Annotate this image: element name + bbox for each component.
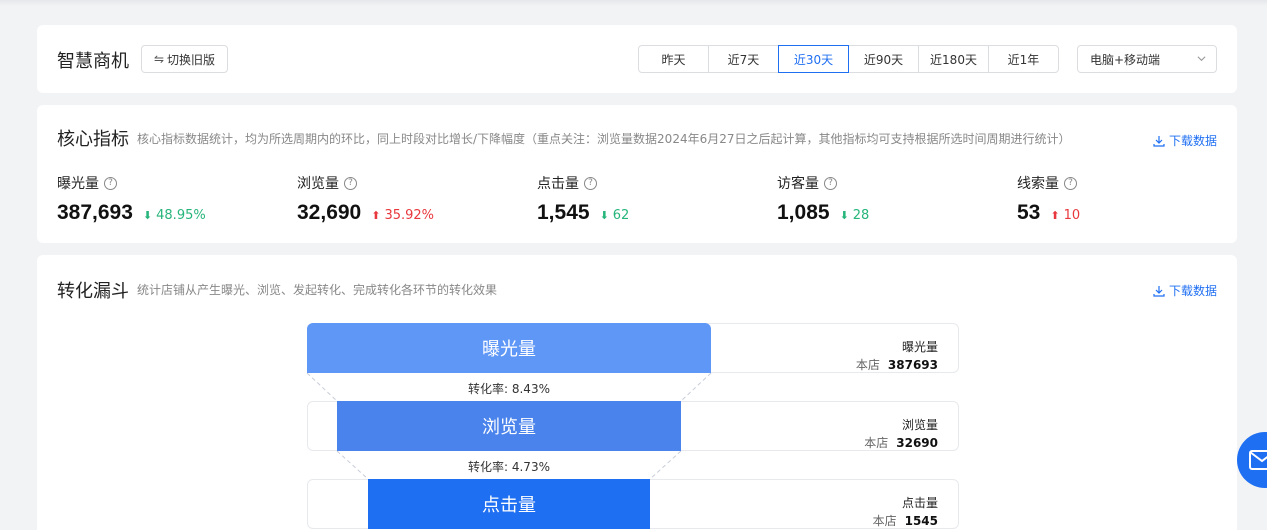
arrow-up-icon: ⬆ xyxy=(371,209,381,222)
device-select[interactable]: 电脑+移动端 xyxy=(1077,45,1217,73)
metric-label: 曝光量 xyxy=(57,176,99,192)
funnel-info-label: 点击量 xyxy=(901,496,938,510)
metric-value: 387,693 xyxy=(57,201,133,224)
funnel-info-value: 1545 xyxy=(904,514,938,528)
metric-change: ⬇ 28 xyxy=(840,208,870,223)
tab-90-days[interactable]: 近90天 xyxy=(848,45,919,73)
store-label: 本店 xyxy=(872,514,897,528)
metric-change: ⬇ 62 xyxy=(600,208,630,223)
store-label: 本店 xyxy=(855,358,880,372)
metric-label: 点击量 xyxy=(537,176,579,192)
funnel-info-sub: 本店 1545 xyxy=(873,512,938,529)
metric-leads: 线索量? 53 ⬆ 10 xyxy=(1017,173,1237,225)
metric-views: 浏览量? 32,690 ⬆ 35.92% xyxy=(297,173,517,225)
switch-old-version-label: 切换旧版 xyxy=(167,52,216,67)
core-metrics-desc: 核心指标数据统计，均为所选周期内的环比，同上时段对比增长/下降幅度（重点关注：浏… xyxy=(137,132,1071,146)
download-icon xyxy=(1153,135,1165,147)
tab-1-year[interactable]: 近1年 xyxy=(988,45,1059,73)
funnel-info-value: 32690 xyxy=(896,436,938,450)
core-metrics-title: 核心指标 xyxy=(57,129,129,150)
swap-icon: ⇋ xyxy=(153,52,165,66)
metric-change-value: 62 xyxy=(612,208,630,223)
metric-label: 访客量 xyxy=(777,176,819,192)
funnel-bar-exposure[interactable]: 曝光量 xyxy=(307,323,711,373)
header-card: 智慧商机 ⇋ 切换旧版 昨天 近7天 近30天 近90天 近180天 近1年 电… xyxy=(37,25,1237,93)
arrow-down-icon: ⬇ xyxy=(839,209,849,222)
arrow-down-icon: ⬇ xyxy=(599,209,609,222)
metric-change: ⬆ 10 xyxy=(1050,208,1080,223)
arrow-down-icon: ⬇ xyxy=(142,209,153,222)
arrow-up-icon: ⬆ xyxy=(1050,209,1060,222)
chevron-down-icon xyxy=(1197,56,1206,62)
top-shadow xyxy=(0,0,1267,6)
funnel-rate-2: 转化率: 4.73% xyxy=(468,460,550,474)
funnel-card: 转化漏斗 统计店铺从产生曝光、浏览、发起转化、完成转化各环节的转化效果 下载数据… xyxy=(37,255,1237,530)
store-label: 本店 xyxy=(864,436,889,450)
download-metrics-button[interactable]: 下载数据 xyxy=(1153,132,1217,149)
help-icon[interactable]: ? xyxy=(824,176,837,190)
metric-change-value: 35.92% xyxy=(384,208,435,223)
metric-value: 53 xyxy=(1017,201,1041,224)
switch-old-version-button[interactable]: ⇋ 切换旧版 xyxy=(141,45,228,73)
funnel-info-value: 387693 xyxy=(887,358,938,372)
help-icon[interactable]: ? xyxy=(344,176,357,190)
help-icon[interactable]: ? xyxy=(584,176,597,190)
metric-change-value: 10 xyxy=(1063,208,1081,223)
page-title: 智慧商机 xyxy=(57,51,129,72)
metric-value: 1,085 xyxy=(777,201,830,224)
funnel-info-sub: 本店 387693 xyxy=(856,356,938,373)
metric-value: 32,690 xyxy=(297,201,362,224)
help-icon[interactable]: ? xyxy=(1064,176,1077,190)
funnel-info-sub: 本店 32690 xyxy=(864,434,938,451)
funnel-info-label: 浏览量 xyxy=(901,418,938,432)
core-metrics-card: 核心指标 核心指标数据统计，均为所选周期内的环比，同上时段对比增长/下降幅度（重… xyxy=(37,105,1237,243)
metric-label: 线索量 xyxy=(1017,176,1059,192)
metric-value: 1,545 xyxy=(537,201,590,224)
tab-yesterday[interactable]: 昨天 xyxy=(638,45,709,73)
funnel-info-label: 曝光量 xyxy=(901,340,938,354)
mail-icon xyxy=(1249,450,1267,470)
metric-change-value: 28 xyxy=(852,208,870,223)
metric-visitors: 访客量? 1,085 ⬇ 28 xyxy=(777,173,997,225)
help-icon[interactable]: ? xyxy=(104,176,117,190)
tab-30-days[interactable]: 近30天 xyxy=(778,45,849,73)
metric-change: ⬆ 35.92% xyxy=(371,208,434,223)
metric-exposure: 曝光量? 387,693 ⬇ 48.95% xyxy=(57,173,277,225)
message-button[interactable] xyxy=(1237,432,1267,488)
device-select-value: 电脑+移动端 xyxy=(1090,52,1161,67)
tab-180-days[interactable]: 近180天 xyxy=(918,45,989,73)
metric-change: ⬇ 48.95% xyxy=(143,208,206,223)
tab-7-days[interactable]: 近7天 xyxy=(708,45,779,73)
funnel-rate-1: 转化率: 8.43% xyxy=(468,382,550,396)
metric-label: 浏览量 xyxy=(297,176,339,192)
funnel-bar-views[interactable]: 浏览量 xyxy=(337,401,681,451)
download-metrics-label: 下载数据 xyxy=(1168,134,1217,148)
funnel-bar-clicks[interactable]: 点击量 xyxy=(368,479,650,529)
metric-clicks: 点击量? 1,545 ⬇ 62 xyxy=(537,173,757,225)
metric-change-value: 48.95% xyxy=(156,208,206,223)
date-range-tabs: 昨天 近7天 近30天 近90天 近180天 近1年 xyxy=(638,45,1059,73)
